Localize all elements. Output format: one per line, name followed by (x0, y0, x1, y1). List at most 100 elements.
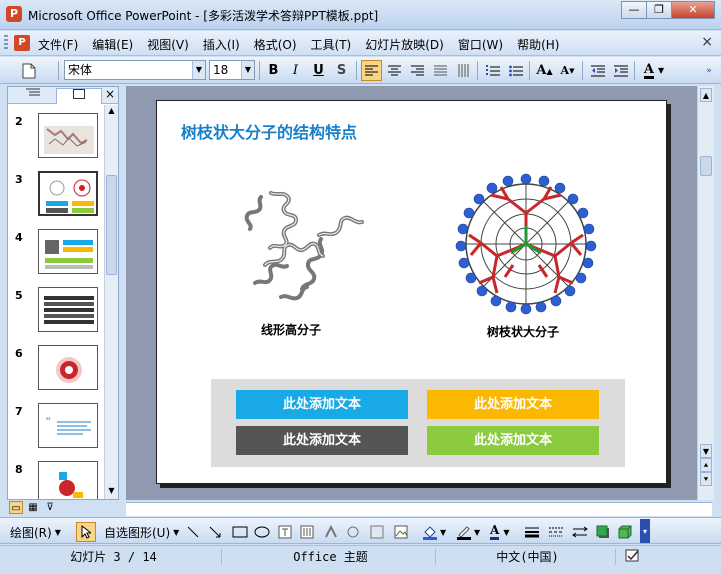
menu-file[interactable]: 文件(F) (38, 36, 78, 53)
line-style-icon[interactable] (524, 522, 540, 542)
align-left-icon[interactable] (361, 60, 382, 81)
notes-pane[interactable] (126, 502, 712, 516)
slide-title[interactable]: 树枝状大分子的结构特点 (181, 119, 357, 143)
underline-button[interactable]: U (308, 60, 329, 81)
picture-icon[interactable] (394, 522, 408, 542)
vertical-textbox-icon[interactable] (300, 522, 314, 542)
select-cursor-icon[interactable] (76, 522, 96, 542)
slide-scrollbar[interactable]: ▲ ▼ ⯅ ⯆ (697, 86, 714, 500)
chevron-down-icon[interactable]: ▼ (658, 66, 664, 75)
normal-view-icon[interactable]: ▭ (9, 501, 23, 514)
menu-edit[interactable]: 编辑(E) (92, 36, 133, 53)
slide-thumbnail[interactable]: 4 (14, 229, 104, 277)
dash-style-icon[interactable] (548, 522, 564, 542)
previous-slide-icon[interactable]: ⯅ (700, 458, 712, 472)
decrease-indent-icon[interactable] (587, 60, 608, 81)
menu-insert[interactable]: 插入(I) (203, 36, 240, 53)
3d-style-icon[interactable] (618, 522, 632, 542)
toolbar-options-icon[interactable]: ▾ (640, 519, 650, 543)
minimize-button[interactable]: — (621, 1, 647, 19)
tab-slides[interactable] (56, 88, 102, 104)
toolbar-grip[interactable] (4, 35, 8, 51)
diagram-icon[interactable] (346, 522, 360, 542)
autoshapes-menu-button[interactable]: 自选图形(U) ▼ (104, 522, 179, 542)
shadow-button[interactable]: S (331, 60, 352, 81)
slide-thumbnail[interactable]: 6 (14, 345, 104, 393)
line-icon[interactable] (186, 522, 200, 542)
slide-editor[interactable]: 树枝状大分子的结构特点 线形高分子 树枝状大分子 此处添加文本 此处添加文本 此… (126, 86, 697, 500)
font-color-icon[interactable]: A ▼ (490, 522, 509, 542)
vertical-text-icon[interactable] (453, 60, 474, 81)
linear-polymer-label[interactable]: 线形高分子 (261, 321, 321, 338)
slide-thumbnail[interactable]: 7 “ (14, 403, 104, 451)
rectangle-icon[interactable] (232, 522, 248, 542)
text-box[interactable]: 此处添加文本 (236, 426, 408, 455)
scrollbar-thumb[interactable] (106, 175, 117, 275)
menu-help[interactable]: 帮助(H) (517, 36, 559, 53)
chevron-down-icon[interactable]: ▼ (192, 61, 205, 79)
close-button[interactable]: ✕ (671, 1, 715, 19)
scroll-up-icon[interactable]: ▲ (106, 106, 117, 118)
scroll-up-icon[interactable]: ▲ (700, 88, 712, 102)
chevron-down-icon[interactable]: ▼ (241, 61, 254, 79)
text-box-panel[interactable]: 此处添加文本 此处添加文本 此处添加文本 此处添加文本 (211, 379, 625, 467)
slide-thumbnail[interactable]: 3 (14, 171, 104, 219)
thumbnail-scrollbar[interactable]: ▲ ▼ (104, 105, 118, 499)
restore-button[interactable]: ❐ (646, 1, 672, 19)
chevron-down-icon[interactable]: ▼ (55, 528, 61, 537)
slide-thumbnail[interactable]: 8 (14, 461, 104, 499)
chevron-down-icon[interactable]: ▼ (503, 528, 509, 537)
menu-format[interactable]: 格式(O) (254, 36, 297, 53)
decrease-font-icon[interactable]: A ▼ (557, 60, 578, 81)
text-box[interactable]: 此处添加文本 (427, 390, 599, 419)
arrow-icon[interactable] (208, 522, 222, 542)
align-center-icon[interactable] (384, 60, 405, 81)
bold-button[interactable]: B (263, 60, 284, 81)
toolbar-options-icon[interactable]: » (703, 60, 715, 81)
font-color-button[interactable]: A ▼ (639, 60, 669, 81)
increase-indent-icon[interactable] (610, 60, 631, 81)
font-size-select[interactable]: 18 ▼ (209, 60, 255, 80)
next-slide-icon[interactable]: ⯆ (700, 472, 712, 486)
wordart-icon[interactable] (324, 522, 338, 542)
scroll-down-icon[interactable]: ▼ (700, 444, 712, 458)
numbered-list-icon[interactable] (482, 60, 503, 81)
increase-font-icon[interactable]: A ▲ (534, 60, 555, 81)
slide-thumbnail[interactable]: 2 (14, 113, 104, 161)
scroll-down-icon[interactable]: ▼ (106, 486, 117, 498)
bullet-list-icon[interactable] (505, 60, 526, 81)
clipart-icon[interactable] (370, 522, 384, 542)
text-box[interactable]: 此处添加文本 (427, 426, 599, 455)
italic-button[interactable]: I (285, 60, 306, 81)
slide-thumbnail[interactable]: 5 (14, 287, 104, 335)
tab-outline[interactable] (11, 88, 55, 104)
chevron-down-icon[interactable]: ▼ (440, 528, 446, 537)
font-name-select[interactable]: 宋体 ▼ (64, 60, 206, 80)
menu-window[interactable]: 窗口(W) (458, 36, 503, 53)
text-box[interactable]: 此处添加文本 (236, 390, 408, 419)
current-slide[interactable]: 树枝状大分子的结构特点 线形高分子 树枝状大分子 此处添加文本 此处添加文本 此… (156, 100, 667, 484)
linear-polymer-image[interactable] (241, 187, 371, 305)
chevron-down-icon[interactable]: ▼ (474, 528, 480, 537)
chevron-down-icon[interactable]: ▼ (173, 528, 179, 537)
panel-close-button[interactable]: × (105, 87, 115, 101)
new-icon[interactable] (18, 60, 39, 81)
align-right-icon[interactable] (407, 60, 428, 81)
distribute-icon[interactable] (430, 60, 451, 81)
slideshow-icon[interactable]: ⊽ (43, 501, 57, 514)
textbox-icon[interactable] (278, 522, 292, 542)
menu-tools[interactable]: 工具(T) (311, 36, 352, 53)
document-close-button[interactable]: × (701, 34, 713, 50)
oval-icon[interactable] (254, 522, 270, 542)
menu-slideshow[interactable]: 幻灯片放映(D) (365, 36, 444, 53)
menu-view[interactable]: 视图(V) (147, 36, 189, 53)
arrow-style-icon[interactable] (572, 522, 588, 542)
slide-sorter-icon[interactable]: ▦ (26, 501, 40, 514)
spellcheck-icon[interactable] (620, 549, 646, 565)
dendrimer-label[interactable]: 树枝状大分子 (487, 323, 559, 340)
line-color-icon[interactable]: ▼ (456, 522, 480, 542)
shadow-style-icon[interactable] (596, 522, 610, 542)
draw-menu-button[interactable]: 绘图(R) ▼ (10, 522, 61, 542)
fill-color-icon[interactable]: ▼ (422, 522, 446, 542)
document-icon[interactable]: P (14, 35, 30, 51)
